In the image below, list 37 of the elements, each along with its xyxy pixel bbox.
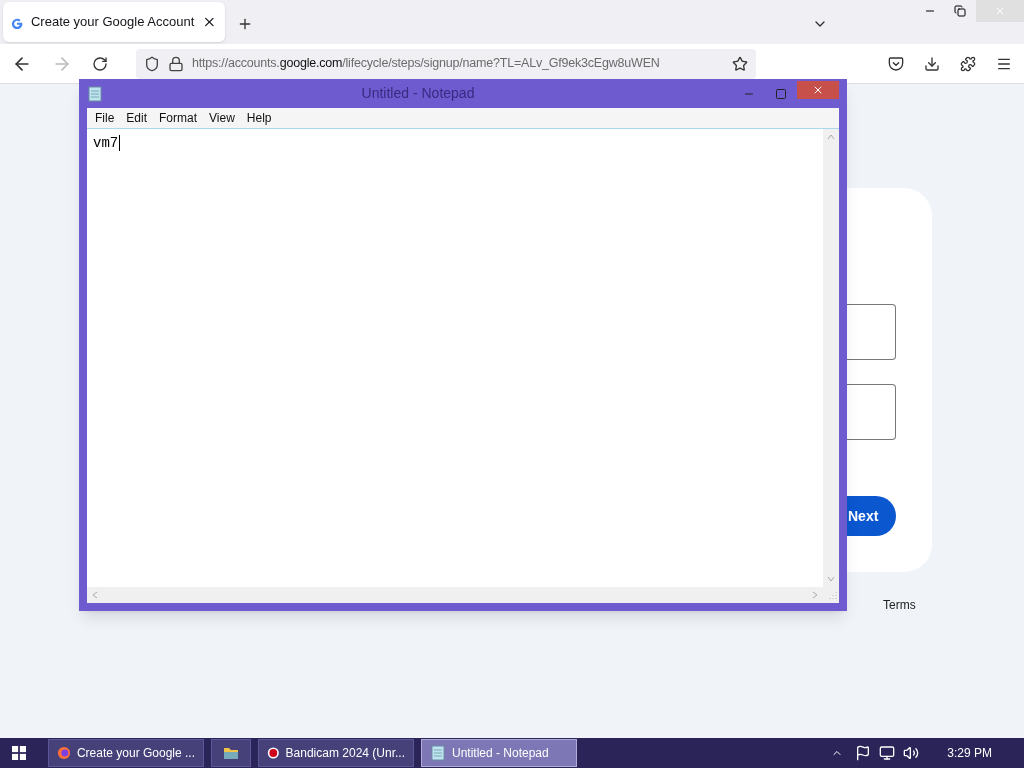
url-text: https://accounts.google.com/lifecycle/steps/signup/name?TL=ALv_Gf9ek3cEgw8uWEN	[192, 55, 661, 73]
taskbar-button[interactable]: Create your Google ...	[48, 739, 204, 767]
new-tab-icon[interactable]	[237, 16, 253, 32]
maximize-icon[interactable]	[775, 87, 787, 100]
menu-item[interactable]: File	[89, 109, 121, 127]
volume-icon[interactable]	[903, 745, 920, 761]
notepad-icon	[87, 85, 103, 102]
bookmark-star-icon[interactable]	[732, 55, 748, 72]
network-icon[interactable]	[879, 745, 896, 761]
pocket-icon[interactable]	[888, 55, 904, 72]
close-icon	[994, 5, 1006, 17]
tab-title: Create your Google Account	[30, 13, 195, 32]
start-icon[interactable]	[12, 746, 26, 760]
notepad-icon	[430, 745, 446, 761]
restore-icon[interactable]	[954, 5, 966, 17]
footer-link[interactable]: Terms	[883, 596, 916, 614]
clock[interactable]: 3:29 PM	[947, 744, 992, 762]
taskbar-button[interactable]: Untitled - Notepad	[421, 739, 577, 767]
menu-item[interactable]: Edit	[120, 109, 154, 127]
flag-icon[interactable]	[855, 745, 872, 761]
record-icon	[267, 745, 280, 761]
extensions-icon[interactable]	[960, 55, 976, 72]
address-bar[interactable]: https://accounts.google.com/lifecycle/steps/signup/name?TL=ALv_Gf9ek3cEgw8uWEN	[136, 48, 756, 79]
next-button[interactable]: Next	[846, 496, 896, 536]
browser-tab[interactable]: Create your Google Account	[3, 2, 225, 42]
window-title: Untitled - Notepad	[360, 84, 476, 103]
taskbar-button[interactable]: Bandicam 2024 (Unr...	[258, 739, 414, 767]
taskbar-button[interactable]	[211, 739, 251, 767]
lock-icon	[168, 55, 184, 72]
reload-icon[interactable]	[92, 55, 108, 72]
folder-icon	[223, 745, 239, 761]
menu-item[interactable]: Format	[153, 109, 204, 127]
menu-item[interactable]: Help	[240, 109, 278, 127]
shield-icon	[144, 55, 160, 72]
browser-icon	[57, 745, 71, 761]
download-icon[interactable]	[924, 55, 940, 72]
menu-item[interactable]: View	[203, 109, 241, 127]
